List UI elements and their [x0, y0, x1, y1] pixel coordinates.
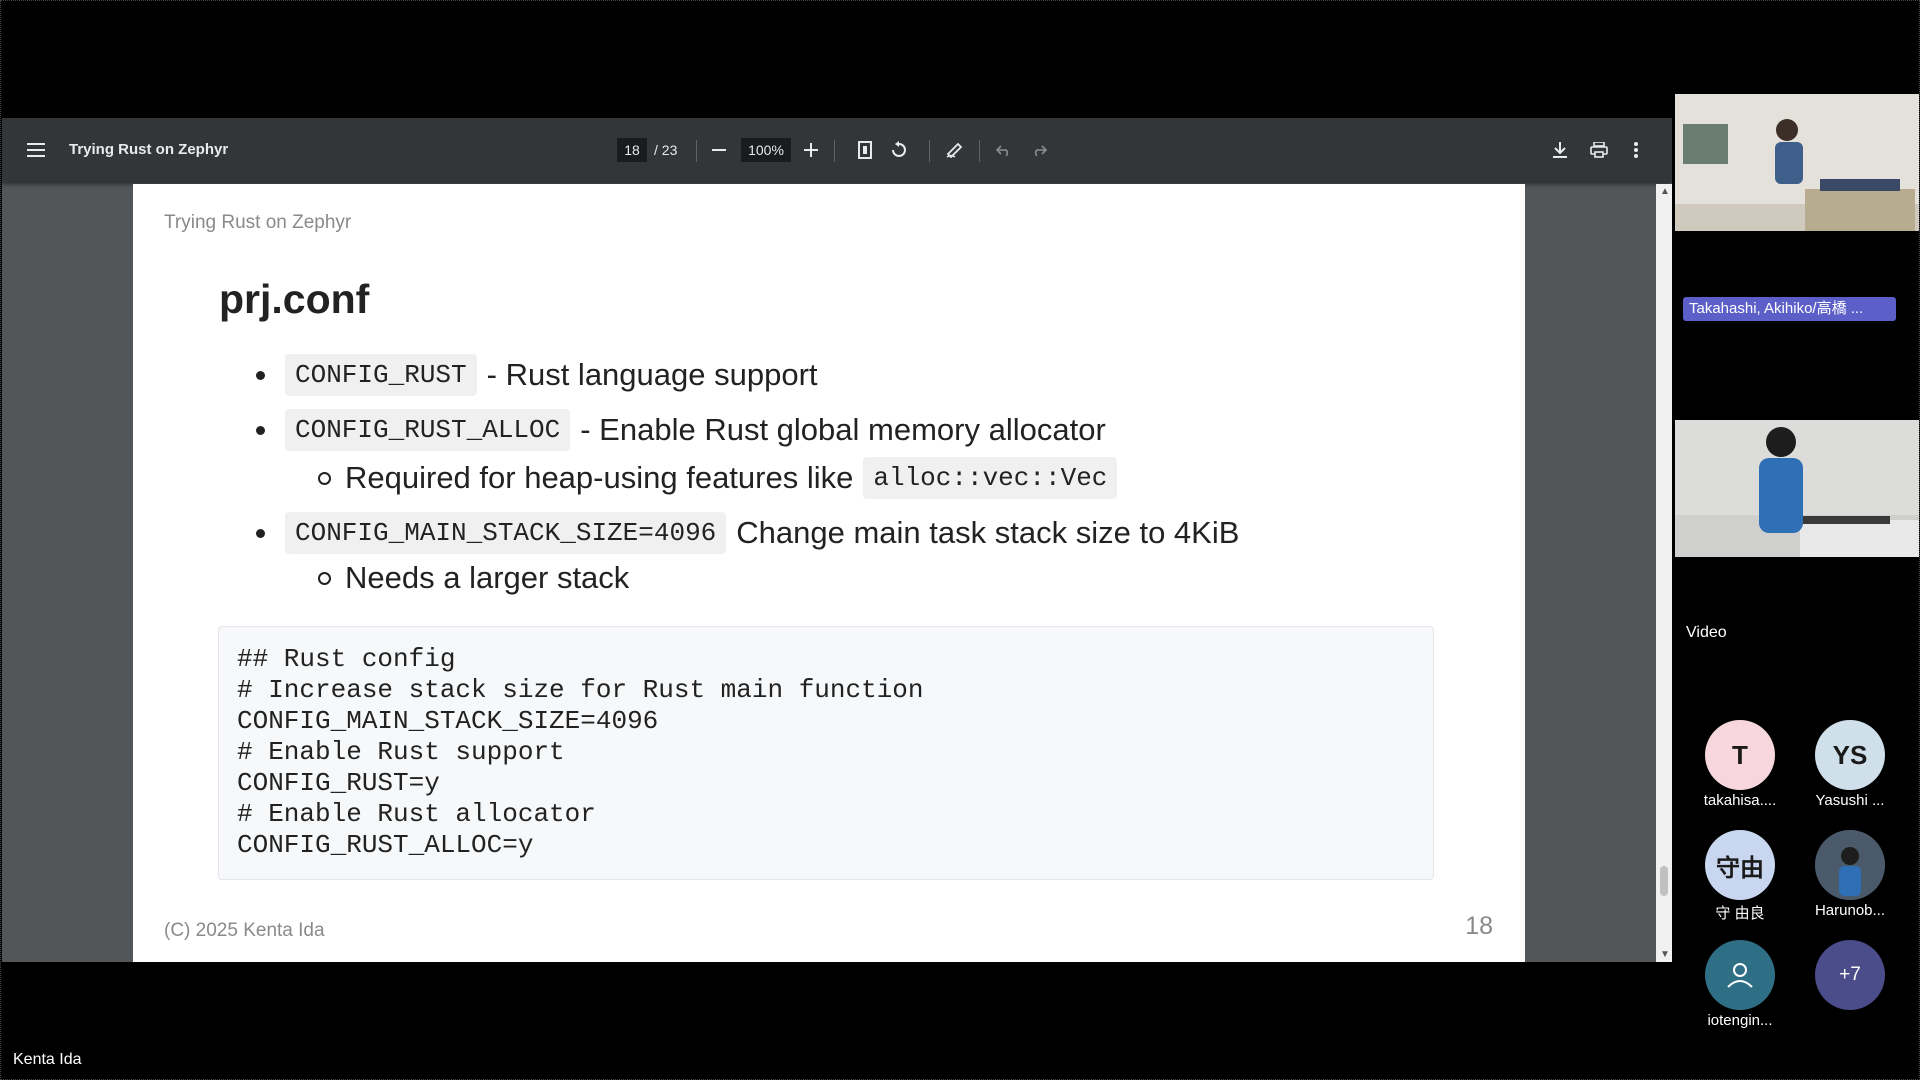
- code-line: CONFIG_MAIN_STACK_SIZE=4096: [237, 706, 659, 736]
- toolbar-divider: [929, 140, 930, 162]
- page-header: Trying Rust on Zephyr: [164, 212, 352, 233]
- more-participants-count: +7: [1815, 940, 1885, 1010]
- rotate-icon[interactable]: [886, 118, 912, 182]
- pen-icon[interactable]: [942, 118, 968, 182]
- bullet-dot: [256, 528, 265, 538]
- video-label: Video: [1686, 624, 1727, 641]
- page-total-label: / 23: [654, 142, 678, 158]
- menu-icon[interactable]: [20, 118, 52, 182]
- page-number: 18: [1465, 912, 1493, 940]
- avatar: YS: [1815, 720, 1885, 790]
- avatar: 守由: [1705, 830, 1775, 900]
- more-participants-tile[interactable]: +7: [1795, 940, 1905, 1010]
- participant-name: Yasushi ...: [1815, 792, 1885, 809]
- plus-icon[interactable]: [798, 118, 824, 182]
- person-icon: [1727, 963, 1753, 988]
- bullet-text: Change main task stack size to 4KiB: [736, 515, 1240, 550]
- pdf-viewer: Trying Rust on Zephyr 18 / 23 100% Tryin…: [2, 118, 1672, 962]
- avatar: [1705, 940, 1775, 1010]
- speaker-video-image: [1675, 94, 1919, 231]
- participant-name: iotengin...: [1707, 1012, 1773, 1029]
- inline-code: alloc::vec::Vec: [863, 457, 1118, 499]
- participant-tile[interactable]: 守由 守 由良: [1685, 830, 1795, 923]
- sub-bullet-item: Needs a larger stack: [318, 560, 629, 596]
- participant-tile[interactable]: T takahisa....: [1685, 720, 1795, 809]
- code-line: # Enable Rust allocator: [237, 799, 596, 829]
- inline-code: CONFIG_RUST: [285, 354, 477, 396]
- code-line: ## Rust config: [237, 644, 456, 674]
- bullet-text: - Rust language support: [486, 357, 818, 392]
- scroll-down-arrow-icon[interactable]: ▼: [1660, 949, 1670, 960]
- inline-code: CONFIG_MAIN_STACK_SIZE=4096: [285, 512, 727, 554]
- code-text: ## Rust config # Increase stack size for…: [219, 627, 1433, 878]
- bullet-text: - Enable Rust global memory allocator: [580, 412, 1106, 447]
- sub-bullet-ring: [318, 471, 331, 485]
- sub-bullet-ring: [318, 571, 331, 585]
- slide-title: prj.conf: [219, 276, 370, 322]
- scroll-up-arrow-icon[interactable]: ▲: [1660, 186, 1670, 197]
- code-block: ## Rust config # Increase stack size for…: [218, 626, 1434, 880]
- avatar: T: [1705, 720, 1775, 790]
- participant-name: 守 由良: [1715, 905, 1765, 922]
- code-line: # Increase stack size for Rust main func…: [237, 675, 924, 705]
- scroll-thumb[interactable]: [1660, 866, 1668, 896]
- download-icon[interactable]: [1547, 118, 1573, 182]
- bullet-dot: [256, 370, 265, 380]
- page-number-input[interactable]: 18: [617, 138, 647, 162]
- avatar-photo: [1815, 830, 1885, 900]
- page-footer: (C) 2025 Kenta Ida: [164, 920, 325, 941]
- toolbar-divider: [979, 140, 980, 162]
- toolbar-divider: [696, 140, 697, 162]
- bullet-item: CONFIG_RUST - Rust language support: [256, 354, 818, 396]
- participant-name: takahisa....: [1703, 792, 1777, 809]
- zoom-level-input[interactable]: 100%: [741, 138, 791, 162]
- fit-page-icon[interactable]: [852, 118, 878, 182]
- inline-code: CONFIG_RUST_ALLOC: [285, 409, 571, 451]
- document-title: Trying Rust on Zephyr: [69, 141, 229, 158]
- shared-video-tile[interactable]: [1675, 420, 1919, 557]
- vertical-scrollbar[interactable]: ▲ ▼: [1656, 184, 1672, 962]
- participant-tile[interactable]: Harunob...: [1795, 830, 1905, 919]
- bullet-item: CONFIG_MAIN_STACK_SIZE=4096 Change main …: [256, 512, 1239, 554]
- undo-icon[interactable]: [991, 118, 1017, 182]
- bullet-item: CONFIG_RUST_ALLOC - Enable Rust global m…: [256, 409, 1106, 451]
- minus-icon[interactable]: [706, 118, 732, 182]
- participant-tile[interactable]: iotengin...: [1685, 940, 1795, 1029]
- pdf-toolbar: Trying Rust on Zephyr 18 / 23 100%: [2, 118, 1672, 182]
- bullet-dot: [256, 425, 265, 435]
- presenter-name: Kenta Ida: [13, 1051, 82, 1068]
- sub-bullet-text: Required for heap-using features like: [345, 460, 854, 495]
- code-line: CONFIG_RUST_ALLOC=y: [237, 830, 534, 860]
- code-line: CONFIG_RUST=y: [237, 768, 440, 798]
- code-line: # Enable Rust support: [237, 737, 565, 767]
- sub-bullet-text: Needs a larger stack: [345, 560, 630, 595]
- speaker-video-tile[interactable]: [1675, 94, 1919, 231]
- toolbar-divider: [834, 140, 835, 162]
- speaker-name-banner: Takahashi, Akihiko/高橋 ...: [1683, 297, 1896, 321]
- shared-video-image: [1675, 420, 1919, 557]
- participant-name: Harunob...: [1814, 902, 1886, 919]
- sub-bullet-item: Required for heap-using features like al…: [318, 457, 1127, 499]
- print-icon[interactable]: [1586, 118, 1612, 182]
- more-vert-icon[interactable]: [1626, 118, 1646, 182]
- participant-tile[interactable]: YS Yasushi ...: [1795, 720, 1905, 809]
- pdf-page: Trying Rust on Zephyr prj.conf CONFIG_RU…: [133, 184, 1525, 962]
- redo-icon[interactable]: [1026, 118, 1052, 182]
- avatar: [1815, 830, 1885, 900]
